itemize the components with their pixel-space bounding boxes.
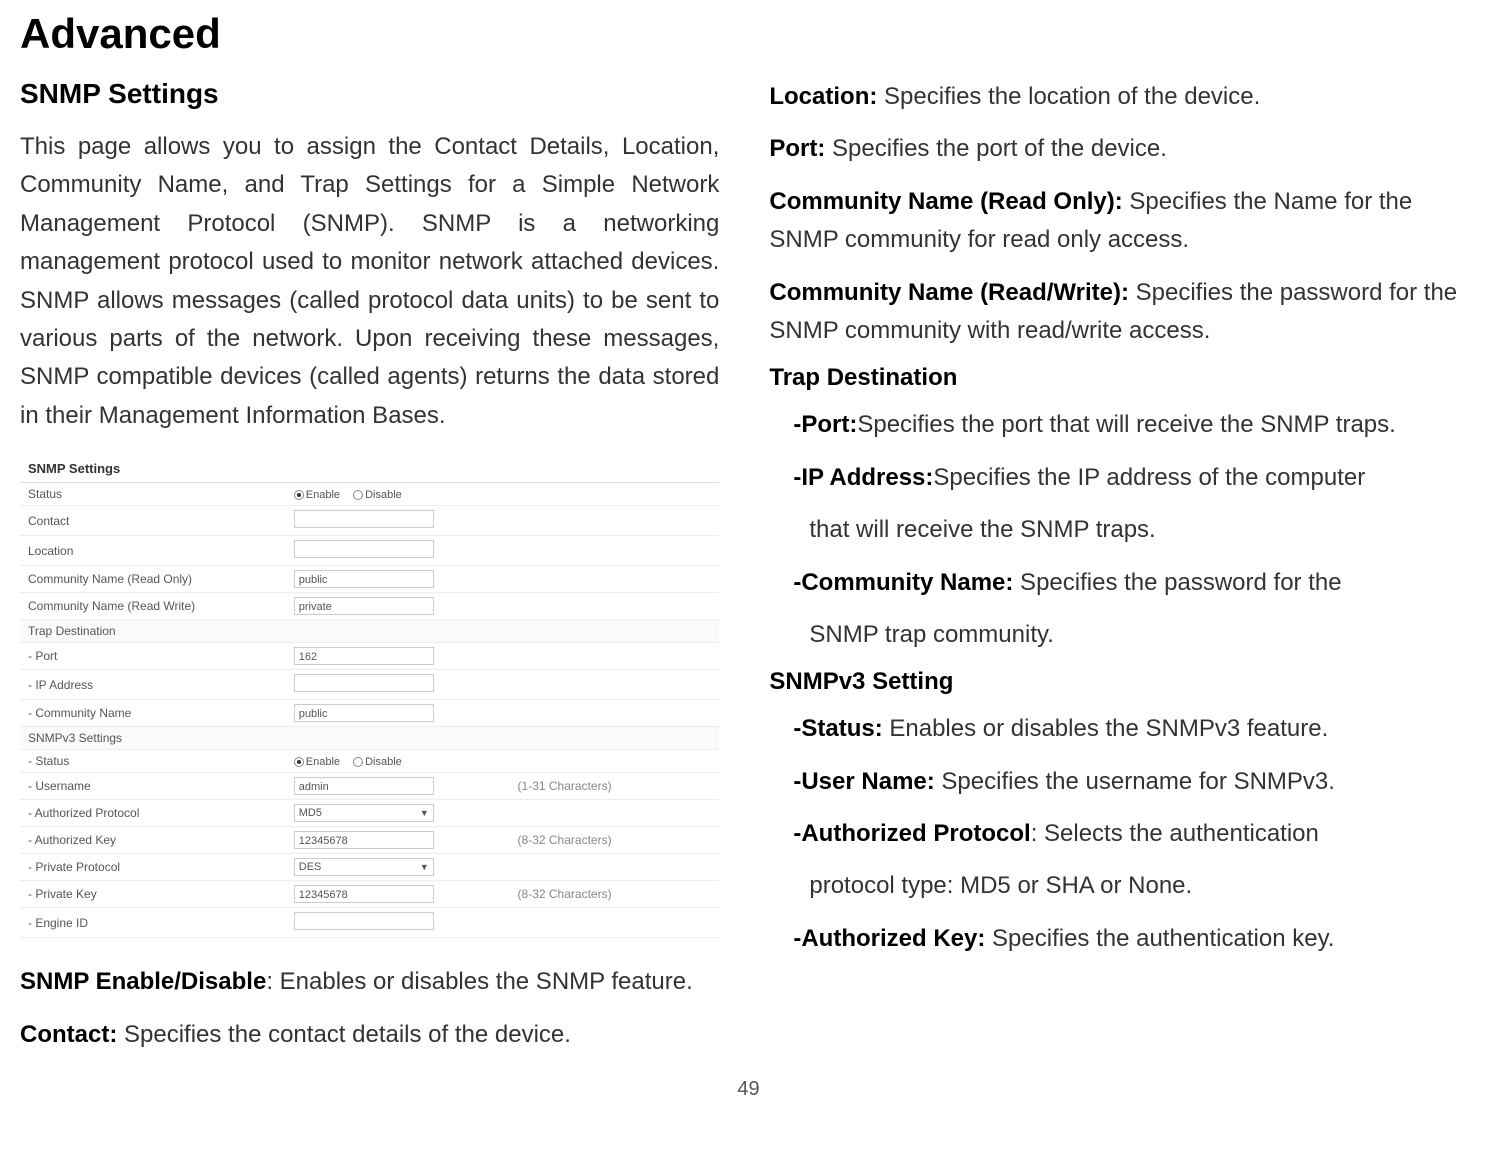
table-row: - Private Protocol DES ▼ (20, 854, 719, 881)
radio-enable[interactable] (294, 490, 304, 500)
table-row: - Username admin (1-31 Characters) (20, 773, 719, 800)
v3-privproto-select[interactable]: DES ▼ (294, 858, 434, 876)
location-input[interactable] (294, 540, 434, 558)
snmp-enable-def: SNMP Enable/Disable: Enables or disables… (20, 963, 719, 1001)
location-label: Location (20, 536, 286, 566)
chevron-down-icon: ▼ (420, 859, 429, 875)
v3-settings-subhead: SNMPv3 Settings (20, 727, 719, 750)
status-label: Status (20, 483, 286, 506)
v3-setting-heading: SNMPv3 Setting (769, 668, 1468, 696)
trap-ip-def: -IP Address:Specifies the IP address of … (793, 459, 1468, 497)
table-row: - Authorized Protocol MD5 ▼ (20, 800, 719, 827)
trap-comm-def: -Community Name: Specifies the password … (793, 564, 1468, 602)
trap-dest-subhead: Trap Destination (20, 620, 719, 643)
chevron-down-icon: ▼ (420, 805, 429, 821)
v3-user-hint: (1-31 Characters) (510, 773, 720, 800)
table-row: - Status Enable Disable (20, 750, 719, 773)
table-title: SNMP Settings (20, 455, 719, 483)
v3-authproto-def: -Authorized Protocol: Selects the authen… (793, 815, 1468, 853)
table-row: Community Name (Read Only) public (20, 566, 719, 593)
snmp-intro-paragraph: This page allows you to assign the Conta… (20, 128, 719, 435)
v3-privkey-label: - Private Key (20, 881, 286, 908)
v3-authkey-hint: (8-32 Characters) (510, 827, 720, 854)
trap-ip-input[interactable] (294, 674, 434, 692)
trap-port-def: -Port:Specifies the port that will recei… (793, 406, 1468, 444)
v3-authproto-select[interactable]: MD5 ▼ (294, 804, 434, 822)
v3-engine-label: - Engine ID (20, 908, 286, 938)
radio-enable[interactable] (294, 757, 304, 767)
comm-ro-def: Community Name (Read Only): Specifies th… (769, 183, 1468, 260)
v3-privproto-label: - Private Protocol (20, 854, 286, 881)
comm-rw-input[interactable]: private (294, 597, 434, 615)
trap-port-label: - Port (20, 643, 286, 670)
comm-ro-label: Community Name (Read Only) (20, 566, 286, 593)
v3-user-input[interactable]: admin (294, 777, 434, 795)
v3-authproto-label: - Authorized Protocol (20, 800, 286, 827)
trap-ip-cont: that will receive the SNMP traps. (809, 511, 1468, 549)
v3-status-radio-group[interactable]: Enable Disable (294, 756, 412, 768)
status-radio-group[interactable]: Enable Disable (294, 489, 412, 501)
v3-authkey-def: -Authorized Key: Specifies the authentic… (793, 920, 1468, 958)
page-title: Advanced (20, 10, 1477, 58)
table-row: - Community Name public (20, 700, 719, 727)
v3-privkey-input[interactable]: 12345678 (294, 885, 434, 903)
table-row: - Authorized Key 12345678 (8-32 Characte… (20, 827, 719, 854)
snmp-settings-heading: SNMP Settings (20, 78, 719, 110)
v3-privkey-hint: (8-32 Characters) (510, 881, 720, 908)
v3-authproto-cont: protocol type: MD5 or SHA or None. (809, 867, 1468, 905)
v3-status-label: - Status (20, 750, 286, 773)
comm-rw-label: Community Name (Read Write) (20, 593, 286, 620)
table-row: SNMPv3 Settings (20, 727, 719, 750)
table-row: Status Enable Disable (20, 483, 719, 506)
right-column: Location: Specifies the location of the … (769, 78, 1468, 1068)
v3-user-def: -User Name: Specifies the username for S… (793, 763, 1468, 801)
trap-comm-cont: SNMP trap community. (809, 616, 1468, 654)
snmp-settings-table: SNMP Settings Status Enable Disable Cont… (20, 455, 719, 938)
v3-authkey-input[interactable]: 12345678 (294, 831, 434, 849)
v3-status-def: -Status: Enables or disables the SNMPv3 … (793, 710, 1468, 748)
v3-engine-input[interactable] (294, 912, 434, 930)
table-row: - Port 162 (20, 643, 719, 670)
contact-def: Contact: Specifies the contact details o… (20, 1016, 719, 1054)
table-row: Contact (20, 506, 719, 536)
v3-authkey-label: - Authorized Key (20, 827, 286, 854)
left-column: SNMP Settings This page allows you to as… (20, 78, 719, 1068)
trap-ip-label: - IP Address (20, 670, 286, 700)
trap-dest-heading: Trap Destination (769, 364, 1468, 392)
location-def: Location: Specifies the location of the … (769, 78, 1468, 116)
radio-disable[interactable] (353, 757, 363, 767)
comm-ro-input[interactable]: public (294, 570, 434, 588)
table-row: Trap Destination (20, 620, 719, 643)
comm-rw-def: Community Name (Read/Write): Specifies t… (769, 274, 1468, 351)
table-row: - Engine ID (20, 908, 719, 938)
trap-comm-input[interactable]: public (294, 704, 434, 722)
port-def: Port: Specifies the port of the device. (769, 130, 1468, 168)
contact-input[interactable] (294, 510, 434, 528)
contact-label: Contact (20, 506, 286, 536)
radio-disable[interactable] (353, 490, 363, 500)
table-row: - Private Key 12345678 (8-32 Characters) (20, 881, 719, 908)
table-row: Community Name (Read Write) private (20, 593, 719, 620)
table-row: - IP Address (20, 670, 719, 700)
trap-port-input[interactable]: 162 (294, 647, 434, 665)
trap-comm-label: - Community Name (20, 700, 286, 727)
v3-user-label: - Username (20, 773, 286, 800)
table-row: Location (20, 536, 719, 566)
page-number: 49 (20, 1078, 1477, 1101)
